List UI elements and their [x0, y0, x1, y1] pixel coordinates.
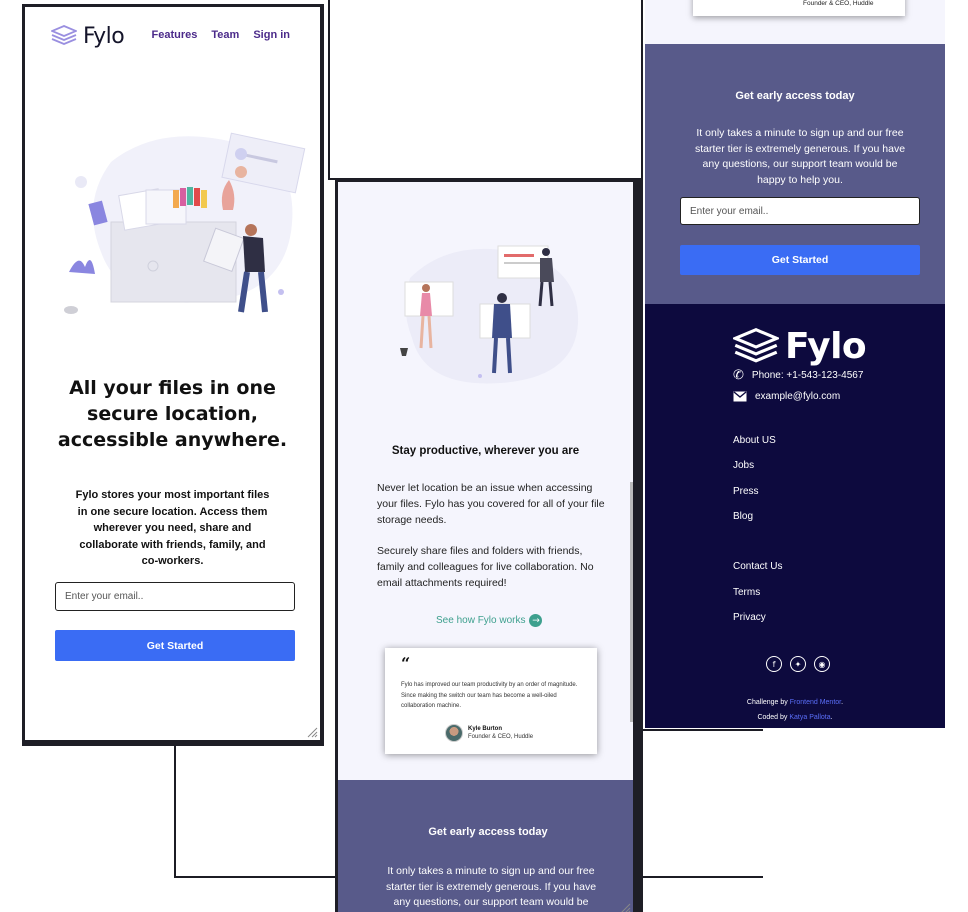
avatar	[445, 724, 463, 742]
footer-link-press[interactable]: Press	[733, 486, 759, 497]
twitter-icon[interactable]: ✦	[790, 656, 806, 672]
hero-title-line: secure location,	[87, 403, 258, 425]
background-window-edge	[643, 876, 763, 878]
early-access-title: Get early access today	[735, 90, 855, 102]
social-links: f ✦ ◉	[766, 656, 830, 672]
footer-link-terms[interactable]: Terms	[733, 587, 760, 598]
phone-icon: ✆	[733, 368, 744, 383]
early-access-email-input[interactable]: Enter your email..	[680, 197, 920, 225]
productive-title: Stay productive, wherever you are	[391, 445, 580, 457]
vertical-scrollbar[interactable]	[630, 482, 633, 722]
early-access-description: It only takes a minute to sign up and ou…	[385, 865, 597, 908]
mobile-preview-footer: Founder & CEO, Huddle Get early access t…	[645, 0, 945, 728]
attribution-challenge: Challenge by Frontend Mentor.	[746, 699, 844, 706]
early-access-get-started-button[interactable]: Get Started	[680, 245, 920, 275]
resize-grip-icon[interactable]	[619, 902, 631, 912]
main-nav: Features Team Sign in	[152, 29, 290, 41]
footer-link-about[interactable]: About US	[733, 435, 776, 446]
email-placeholder: Enter your email..	[65, 591, 144, 602]
background-window-frame-top	[328, 0, 643, 180]
footer-email: example@fylo.com	[733, 391, 840, 402]
footer-link-jobs[interactable]: Jobs	[733, 460, 754, 471]
footer-link-blog[interactable]: Blog	[733, 511, 753, 522]
mail-icon	[733, 391, 747, 402]
footer-brand-name: Fylo	[785, 326, 867, 367]
testimonial-card-edge: Founder & CEO, Huddle	[693, 0, 905, 16]
productive-paragraph-2: Securely share files and folders with fr…	[377, 545, 594, 589]
hero-title-line: All your files in one	[69, 377, 276, 399]
quote-icon: “	[401, 654, 411, 673]
hero-title: All your files in one secure location, a…	[45, 375, 300, 453]
brand-name: Fylo	[83, 23, 125, 49]
see-how-link[interactable]: See how Fylo works →	[436, 614, 543, 627]
frontend-mentor-link[interactable]: Frontend Mentor	[790, 699, 841, 706]
testimonial-section-end: Founder & CEO, Huddle	[645, 0, 945, 44]
hero-get-started-button[interactable]: Get Started	[55, 630, 295, 661]
nav-link-features[interactable]: Features	[152, 29, 198, 41]
facebook-icon[interactable]: f	[766, 656, 782, 672]
footer-phone: ✆ Phone: +1-543-123-4567	[733, 368, 863, 383]
background-window-edge	[174, 744, 176, 878]
attribution-coded: Coded by Katya Pallota.	[757, 714, 833, 721]
email-text[interactable]: example@fylo.com	[755, 391, 840, 402]
productive-paragraph-1: Never let location be an issue when acce…	[377, 482, 605, 526]
author-link[interactable]: Katya Pallota	[789, 714, 830, 721]
mobile-preview-hero: Fylo Features Team Sign in All your file…	[22, 4, 324, 746]
productive-illustration	[400, 245, 579, 384]
early-access-section: Get early access today It only takes a m…	[645, 44, 945, 304]
footer-link-contact[interactable]: Contact Us	[733, 561, 782, 572]
instagram-icon[interactable]: ◉	[814, 656, 830, 672]
background-window-edge	[643, 729, 763, 731]
resize-grip-icon[interactable]	[306, 726, 318, 738]
mobile-preview-features: Stay productive, wherever you are Never …	[335, 179, 643, 912]
attribution-text: Coded by	[757, 714, 788, 721]
background-window-edge	[174, 876, 336, 878]
site-footer: Fylo ✆ Phone: +1-543-123-4567 example@fy…	[645, 304, 945, 728]
testimonial-role: Founder & CEO, Huddle	[803, 0, 874, 7]
testimonial-text: Fylo has improved our team productivity …	[401, 682, 578, 709]
hero-description: Fylo stores your most important files in…	[75, 489, 270, 567]
nav-link-team[interactable]: Team	[211, 29, 239, 41]
site-header: Fylo Features Team Sign in	[51, 21, 294, 51]
testimonial-name: Kyle Burton	[468, 726, 503, 732]
see-how-text: See how Fylo works	[436, 615, 526, 626]
hero-email-input[interactable]: Enter your email..	[55, 582, 295, 611]
footer-link-privacy[interactable]: Privacy	[733, 612, 766, 623]
early-access-description: It only takes a minute to sign up and ou…	[694, 127, 906, 186]
hero-illustration	[64, 132, 306, 314]
hero-title-line: accessible anywhere.	[57, 429, 288, 451]
early-access-title: Get early access today	[428, 826, 548, 838]
testimonial-role: Founder & CEO, Huddle	[468, 734, 534, 740]
early-access-section: Get early access today It only takes a m…	[338, 780, 633, 912]
testimonial-card: “ Fylo has improved our team productivit…	[385, 648, 597, 754]
phone-text: Phone: +1-543-123-4567	[751, 370, 864, 381]
brand-logo[interactable]: Fylo	[51, 23, 125, 49]
footer-brand-logo[interactable]: Fylo	[733, 326, 867, 367]
email-placeholder: Enter your email..	[690, 205, 769, 217]
nav-link-signin[interactable]: Sign in	[253, 29, 290, 41]
arrow-right-circle-icon: →	[529, 614, 543, 627]
layers-logo-icon	[733, 327, 779, 363]
testimonial-author: Kyle Burton Founder & CEO, Huddle	[445, 724, 533, 742]
layers-logo-icon	[51, 25, 77, 45]
attribution-text: Challenge by	[746, 699, 788, 706]
